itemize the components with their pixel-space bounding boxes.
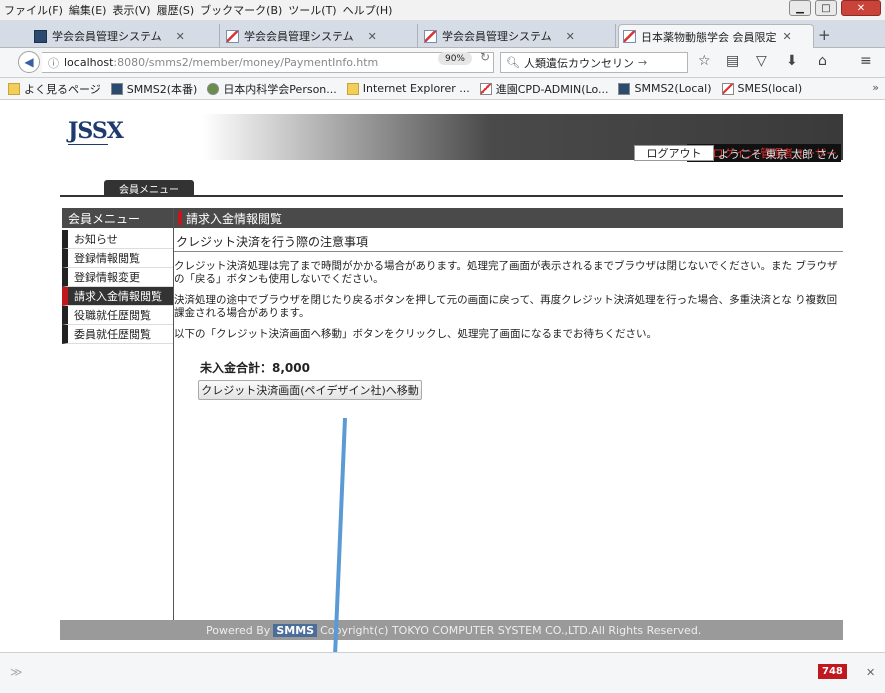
reading-list-icon[interactable]: ▤ (726, 53, 739, 69)
tab-label: 学会会員管理システム (244, 30, 354, 43)
url-bar[interactable]: ⓘ localhost:8080/smms2/member/money/Paym… (42, 52, 494, 73)
logout-button[interactable]: ログアウト (634, 145, 714, 161)
maximize-button[interactable]: □ (815, 0, 837, 16)
bookmark-item[interactable]: SMMS2(Local) (618, 82, 712, 95)
footer: Powered By SMMS Copyright(c) TOKYO COMPU… (60, 620, 843, 640)
image-icon (479, 82, 492, 95)
menu-tools[interactable]: ツール(T) (288, 2, 336, 18)
folder-icon (8, 82, 20, 95)
bookmark-item[interactable]: 進園CPD-ADMIN(Lo... (479, 81, 608, 97)
reload-icon[interactable]: ↻ (480, 50, 490, 64)
bookmark-item[interactable]: SMMS2(本番) (110, 81, 197, 97)
image-icon (226, 29, 239, 43)
bookmarks-bar: よく見るページ SMMS2(本番) 日本内科学会Person... Intern… (0, 78, 885, 100)
notice-paragraph-2: 決済処理の途中でブラウザを閉じたり戻るボタンを押して元の画面に戻って、再度クレジ… (174, 294, 838, 319)
chevron-right-icon[interactable]: » (872, 81, 879, 94)
globe-icon (207, 82, 220, 95)
image-icon (623, 30, 636, 43)
search-go-icon[interactable]: → (638, 56, 647, 69)
menu-view[interactable]: 表示(V) (112, 2, 150, 18)
zoom-indicator[interactable]: 90% (438, 52, 472, 65)
menu-history[interactable]: 履歴(S) (157, 2, 195, 18)
sidebar-item-edit-registration[interactable]: 登録情報変更 (62, 268, 173, 287)
sidebar-item-view-registration[interactable]: 登録情報閲覧 (62, 249, 173, 268)
section-title: クレジット決済を行う際の注意事項 (174, 232, 843, 252)
tab-1[interactable]: 学会会員管理システム ✕ (30, 24, 220, 48)
folder-icon (346, 82, 359, 95)
page-content: JSSX 代理ログイン:管理者ユーザー ログアウト ようこそ 東京 太郎 さん … (0, 100, 885, 652)
notice-paragraph-3: 以下の「クレジット決済画面へ移動」ボタンをクリックし、処理完了画面になるまでお待… (174, 328, 657, 340)
logo-underline (68, 144, 108, 152)
menu-help[interactable]: ヘルプ(H) (343, 2, 393, 18)
credit-payment-button[interactable]: クレジット決済画面(ペイデザイン社)へ移動 (198, 380, 422, 400)
smms-badge: SMMS (273, 623, 318, 637)
tab-label: 学会会員管理システム (52, 30, 162, 43)
pocket-icon[interactable]: ▽ (756, 53, 767, 69)
tab-label: 学会会員管理システム (442, 30, 552, 43)
menu-divider (60, 195, 843, 197)
menu-bar: ファイル(F) 編集(E) 表示(V) 履歴(S) ブックマーク(B) ツール(… (0, 0, 885, 20)
window-controls: ▁ □ ✕ (789, 0, 881, 16)
app-icon (110, 82, 123, 95)
info-icon[interactable]: ⓘ (48, 55, 59, 71)
tab-4-active[interactable]: 日本薬物動態学会 会員限定 ✕ (618, 24, 814, 48)
tab-3[interactable]: 学会会員管理システム ✕ (420, 24, 616, 48)
image-icon (721, 82, 734, 95)
sidebar-item-news[interactable]: お知らせ (62, 230, 173, 249)
bookmark-item[interactable]: 日本内科学会Person... (207, 81, 337, 97)
welcome-text: ようこそ 東京 太郎 さん (718, 148, 839, 161)
tab-close-icon[interactable]: ✕ (783, 30, 792, 43)
tab-close-icon[interactable]: ✕ (368, 30, 377, 43)
window-close-button[interactable]: ✕ (841, 0, 881, 16)
menu-file[interactable]: ファイル(F) (4, 2, 63, 18)
url-host: localhost (64, 56, 114, 69)
search-icon: 🔍︎ (506, 56, 520, 69)
title-marker (178, 211, 182, 225)
download-icon[interactable]: ⬇ (786, 53, 798, 69)
menu-edit[interactable]: 編集(E) (69, 2, 107, 18)
status-bar: ≫ 748 ✕ (0, 652, 885, 693)
member-menu-tab[interactable]: 会員メニュー (104, 180, 194, 196)
bookmark-star-icon[interactable]: ☆ (698, 53, 711, 69)
sidebar: 会員メニュー お知らせ 登録情報閲覧 登録情報変更 請求入金情報閲覧 役職就任歴… (62, 208, 173, 344)
sidebar-title: 会員メニュー (62, 208, 173, 228)
close-icon[interactable]: ✕ (866, 666, 875, 679)
tab-close-icon[interactable]: ✕ (176, 30, 185, 43)
page-title: 請求入金情報閲覧 (174, 208, 843, 228)
tab-close-icon[interactable]: ✕ (566, 30, 575, 43)
site-container: JSSX 代理ログイン:管理者ユーザー ログアウト ようこそ 東京 太郎 さん … (60, 100, 843, 640)
bookmark-item[interactable]: Internet Explorer ... (346, 82, 470, 95)
image-icon (424, 29, 437, 43)
unpaid-total: 未入金合計：8,000 (200, 361, 310, 375)
bookmark-item[interactable]: SMES(local) (721, 82, 802, 95)
app-icon (618, 82, 631, 95)
sidebar-item-committee-history[interactable]: 委員就任歴閲覧 (62, 325, 173, 344)
minimize-button[interactable]: ▁ (789, 0, 811, 16)
main-content: 請求入金情報閲覧 クレジット決済を行う際の注意事項 クレジット決済処理は完了まで… (174, 208, 843, 400)
footer-copyright: Copyright(c) TOKYO COMPUTER SYSTEM CO.,L… (320, 623, 702, 637)
sidebar-item-position-history[interactable]: 役職就任歴閲覧 (62, 306, 173, 325)
app-icon (34, 29, 47, 43)
sidebar-item-billing[interactable]: 請求入金情報閲覧 (62, 287, 173, 306)
home-icon[interactable]: ⌂ (818, 53, 827, 69)
notice-paragraph-1: クレジット決済処理は完了まで時間がかかる場合があります。処理完了画面が表示される… (174, 260, 838, 285)
site-logo[interactable]: JSSX (68, 118, 124, 144)
search-text: 人類遺伝カウンセリン (523, 56, 634, 70)
chevron-double-right-icon[interactable]: ≫ (10, 665, 23, 679)
search-input[interactable]: 🔍︎ 人類遺伝カウンセリン → (500, 52, 688, 73)
tab-label: 日本薬物動態学会 会員限定 (641, 30, 777, 44)
status-badge[interactable]: 748 (818, 664, 847, 679)
hamburger-menu-icon[interactable]: ≡ (860, 53, 872, 69)
new-tab-button[interactable]: + (818, 26, 831, 44)
tab-strip: 学会会員管理システム ✕ 学会会員管理システム ✕ 学会会員管理システム ✕ 日… (0, 20, 885, 48)
back-button[interactable]: ◀ (18, 51, 40, 73)
menu-bookmarks[interactable]: ブックマーク(B) (200, 2, 282, 18)
url-path: :8080/smms2/member/money/PaymentInfo.htm (113, 56, 379, 69)
footer-powered-by: Powered By (206, 623, 271, 637)
bookmark-item[interactable]: よく見るページ (8, 81, 101, 97)
tab-2[interactable]: 学会会員管理システム ✕ (222, 24, 418, 48)
navigation-bar: ◀ ⓘ localhost:8080/smms2/member/money/Pa… (0, 48, 885, 78)
